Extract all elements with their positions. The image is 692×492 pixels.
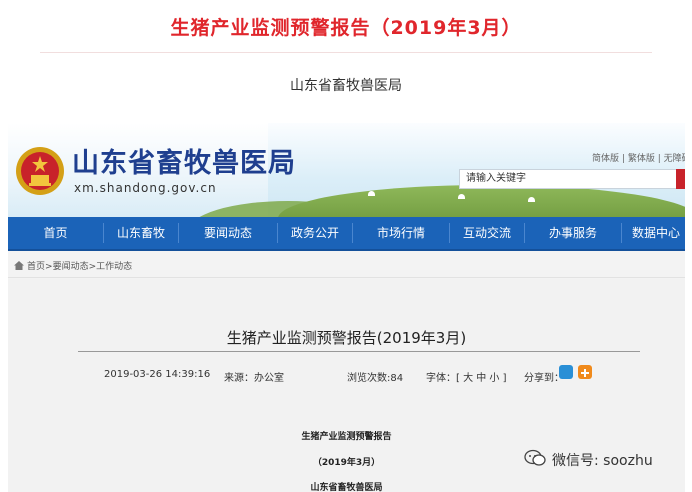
lang-simplified-link[interactable]: 简体版 — [592, 154, 619, 164]
breadcrumb-home[interactable]: 首页 — [27, 262, 45, 272]
body-organization: 山东省畜牧兽医局 — [310, 483, 383, 492]
site-url: xm.shandong.gov.cn — [74, 181, 217, 195]
article-source: 来源：办公室 — [224, 373, 284, 384]
share-label: 分享到： — [524, 373, 564, 384]
breadcrumb-separator: > — [45, 262, 53, 272]
article-date: 2019-03-26 14:39:16 — [104, 369, 211, 380]
breadcrumb-news[interactable]: 要闻动态 — [53, 262, 89, 272]
search-button[interactable] — [676, 169, 685, 189]
title-divider — [40, 52, 652, 53]
article-divider — [78, 351, 640, 352]
breadcrumb-separator: > — [88, 262, 97, 272]
body-title: 生猪产业监测预警报告 — [301, 432, 392, 442]
wechat-watermark: 微信号: soozhu — [552, 453, 653, 469]
yurt-icon — [458, 194, 465, 199]
share-qzone-icon[interactable] — [559, 365, 573, 379]
page-subtitle: 山东省畜牧兽医局 — [290, 78, 402, 94]
article-views: 浏览次数:84 — [347, 373, 404, 384]
wechat-icon — [524, 449, 546, 466]
search-input[interactable]: 请输入关键字 — [459, 169, 677, 189]
breadcrumb-work-updates[interactable]: 工作动态 — [96, 262, 132, 272]
nav-item-news[interactable]: 要闻动态 — [179, 217, 277, 249]
language-links: 简体版 | 繁体版 | 无障碍浏 — [592, 151, 685, 164]
yurt-icon — [528, 197, 535, 202]
nav-item-data-center[interactable]: 数据中心 — [622, 217, 685, 249]
accessibility-link[interactable]: 无障碍浏 — [664, 154, 685, 164]
nav-item-interaction[interactable]: 互动交流 — [450, 217, 524, 249]
site-name[interactable]: 山东省畜牧兽医局 — [72, 141, 296, 180]
breadcrumb: 首页>要闻动态>工作动态 — [8, 256, 685, 278]
share-more-icon[interactable] — [578, 365, 592, 379]
website-screenshot: 山东省畜牧兽医局 xm.shandong.gov.cn 简体版 | 繁体版 | … — [8, 123, 685, 492]
page: 生猪产业监测预警报告（2019年3月） 山东省畜牧兽医局 山东省畜牧兽医局 xm… — [0, 0, 692, 492]
font-size-control[interactable]: 字体：[ 大 中 小 ] — [426, 369, 507, 384]
lang-separator: | — [621, 154, 625, 164]
lang-traditional-link[interactable]: 繁体版 — [628, 154, 655, 164]
lang-separator: | — [657, 154, 661, 164]
nav-item-services[interactable]: 办事服务 — [525, 217, 621, 249]
main-nav: 首页 山东畜牧 要闻动态 政务公开 市场行情 互动交流 办事服务 数据中心 — [8, 217, 685, 251]
page-title: 生猪产业监测预警报告（2019年3月） — [170, 17, 522, 39]
site-banner: 山东省畜牧兽医局 xm.shandong.gov.cn 简体版 | 繁体版 | … — [8, 123, 685, 217]
nav-item-shandong-livestock[interactable]: 山东畜牧 — [104, 217, 178, 249]
yurt-icon — [368, 191, 375, 196]
nav-item-home[interactable]: 首页 — [8, 217, 103, 249]
nav-item-market[interactable]: 市场行情 — [353, 217, 449, 249]
home-icon — [14, 261, 24, 270]
national-emblem-icon — [16, 147, 64, 195]
article-title: 生猪产业监测预警报告(2019年3月) — [226, 329, 467, 347]
nav-item-government-affairs[interactable]: 政务公开 — [278, 217, 352, 249]
